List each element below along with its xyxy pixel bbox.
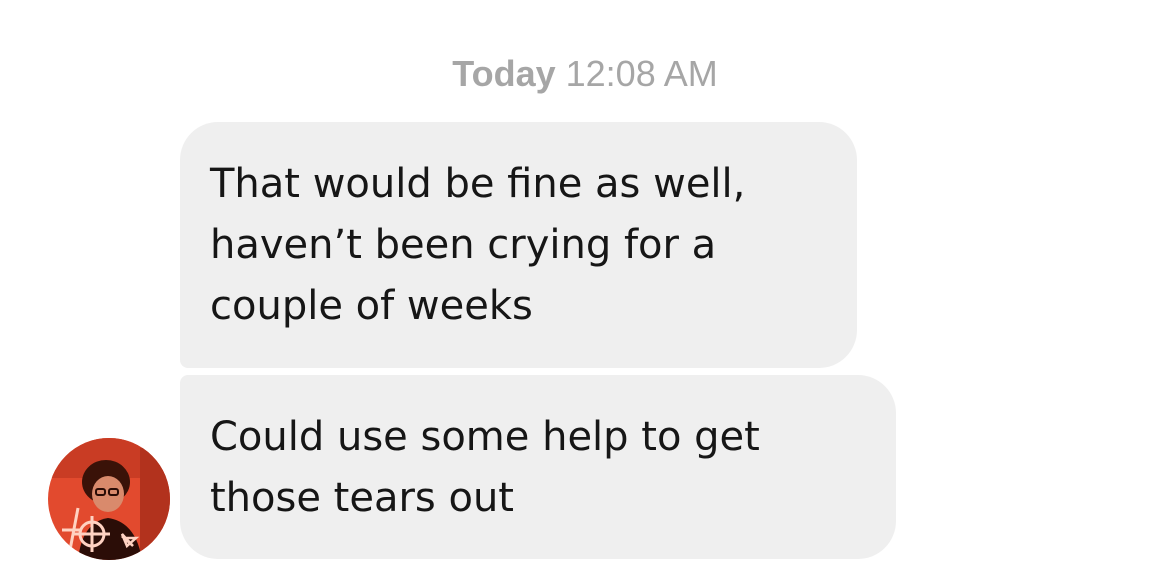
timestamp-day: Today (452, 53, 556, 94)
message-line: Could use some help to get (210, 414, 760, 460)
thread-timestamp: Today 12:08 AM (0, 52, 1170, 96)
message-line: That would be fine as well, (210, 161, 746, 207)
timestamp-time: 12:08 AM (565, 53, 718, 94)
message-line: couple of weeks (210, 283, 533, 329)
message-bubble[interactable]: Could use some help to get those tears o… (180, 375, 896, 559)
avatar[interactable] (48, 438, 170, 560)
message-line: haven’t been crying for a (210, 222, 717, 268)
message-bubble[interactable]: That would be fine as well, haven’t been… (180, 122, 857, 368)
message-line: those tears out (210, 475, 514, 521)
